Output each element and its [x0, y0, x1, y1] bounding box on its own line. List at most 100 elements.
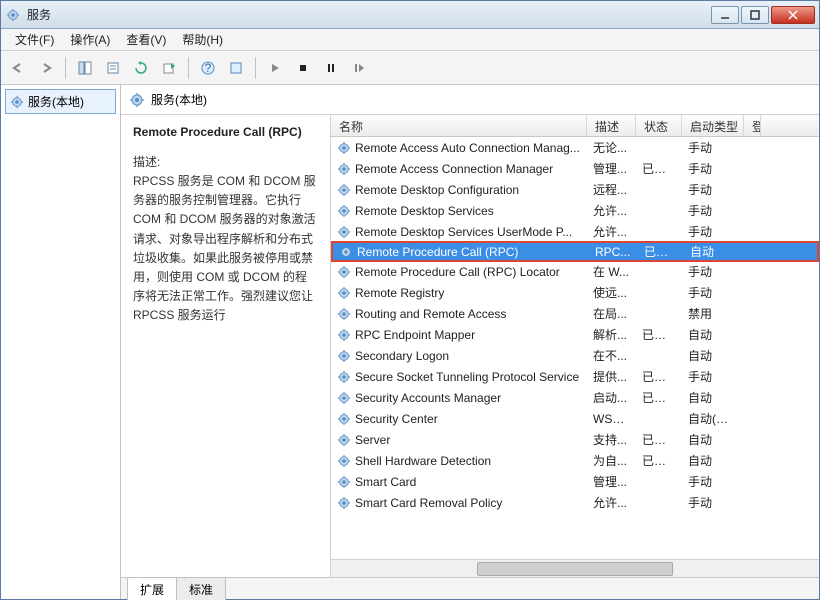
- header-description[interactable]: 描述: [587, 115, 636, 136]
- stop-service-button[interactable]: [290, 55, 316, 81]
- service-startup: 自动: [682, 452, 744, 469]
- gear-icon: [337, 412, 351, 426]
- service-name: Remote Desktop Configuration: [355, 183, 519, 197]
- description-text: RPCSS 服务是 COM 和 DCOM 服务器的服务控制管理器。它执行 COM…: [133, 172, 318, 326]
- restart-service-button[interactable]: [346, 55, 372, 81]
- gear-icon: [337, 328, 351, 342]
- service-name: Remote Desktop Services: [355, 204, 494, 218]
- description-label: 描述:: [133, 153, 318, 170]
- service-row[interactable]: Remote Registry使远...手动: [331, 282, 819, 303]
- pane-header: 服务(本地): [121, 85, 819, 114]
- service-desc: 为自...: [587, 452, 636, 469]
- service-row[interactable]: Smart Card管理...手动: [331, 471, 819, 492]
- service-name: Remote Access Auto Connection Manag...: [355, 141, 580, 155]
- tree-root-label: 服务(本地): [28, 93, 84, 110]
- header-startup-type[interactable]: 启动类型: [682, 115, 744, 136]
- service-row[interactable]: Smart Card Removal Policy 允许... 手动: [331, 492, 819, 513]
- maximize-button[interactable]: [741, 6, 769, 24]
- header-name[interactable]: 名称: [331, 115, 587, 136]
- gear-icon: [337, 496, 351, 510]
- service-row[interactable]: Security Accounts Manager启动...已启动自动: [331, 387, 819, 408]
- service-row[interactable]: Server支持...已启动自动: [331, 429, 819, 450]
- service-row[interactable]: Security CenterWSC...自动(延迟...: [331, 408, 819, 429]
- service-row[interactable]: Remote Desktop Services UserMode P...允许.…: [331, 221, 819, 242]
- show-hide-tree-button[interactable]: [72, 55, 98, 81]
- window-title: 服务: [27, 6, 711, 23]
- service-row[interactable]: Shell Hardware Detection为自...已启动自动: [331, 450, 819, 471]
- menu-file[interactable]: 文件(F): [7, 29, 62, 50]
- horizontal-scrollbar[interactable]: [331, 559, 819, 577]
- tab-extended[interactable]: 扩展: [127, 577, 177, 600]
- back-button[interactable]: [5, 55, 31, 81]
- menu-action[interactable]: 操作(A): [62, 29, 118, 50]
- gear-icon: [10, 95, 24, 109]
- service-startup: 手动: [682, 263, 744, 280]
- help-button[interactable]: ?: [195, 55, 221, 81]
- service-row[interactable]: Secure Socket Tunneling Protocol Service…: [331, 366, 819, 387]
- gear-icon: [337, 204, 351, 218]
- service-startup: 手动: [682, 368, 744, 385]
- service-startup: 自动: [682, 326, 744, 343]
- service-name: Routing and Remote Access: [355, 307, 506, 321]
- minimize-button[interactable]: [711, 6, 739, 24]
- service-name: Smart Card: [355, 475, 416, 489]
- header-logon[interactable]: 登: [744, 115, 761, 136]
- service-startup: 手动: [682, 284, 744, 301]
- service-row[interactable]: Remote Desktop Configuration远程...手动: [331, 179, 819, 200]
- properties-button[interactable]: [100, 55, 126, 81]
- refresh-button[interactable]: [128, 55, 154, 81]
- service-row[interactable]: RPC Endpoint Mapper解析...已启动自动: [331, 324, 819, 345]
- service-startup: 手动: [682, 160, 744, 177]
- service-row[interactable]: Remote Procedure Call (RPC)RPC...已启动自动: [331, 241, 819, 262]
- service-row[interactable]: Routing and Remote Access 在局... 禁用: [331, 303, 819, 324]
- header-status[interactable]: 状态: [636, 115, 682, 136]
- service-desc: 远程...: [587, 181, 636, 198]
- service-name: Smart Card Removal Policy: [355, 496, 502, 510]
- service-row[interactable]: Secondary Logon在不...自动: [331, 345, 819, 366]
- menu-view[interactable]: 查看(V): [118, 29, 174, 50]
- tree-root-services[interactable]: 服务(本地): [5, 89, 116, 114]
- service-desc: 管理...: [587, 160, 636, 177]
- gear-icon: [337, 286, 351, 300]
- service-name: Security Center: [355, 412, 438, 426]
- service-status: 已启动: [636, 452, 682, 469]
- forward-button[interactable]: [33, 55, 59, 81]
- service-startup: 自动: [682, 431, 744, 448]
- menu-help[interactable]: 帮助(H): [174, 29, 231, 50]
- service-desc: 在 W...: [587, 263, 636, 280]
- toolbar-separator: [65, 57, 66, 79]
- tab-standard[interactable]: 标准: [176, 577, 226, 600]
- toolbar-extra-button[interactable]: [223, 55, 249, 81]
- service-startup: 自动: [684, 243, 746, 260]
- service-name: Remote Registry: [355, 286, 444, 300]
- gear-icon: [337, 433, 351, 447]
- service-desc: 在不...: [587, 347, 636, 364]
- service-list: 名称 描述 状态 启动类型 登 Remote Access Auto Conne…: [331, 115, 819, 577]
- service-row[interactable]: Remote Procedure Call (RPC) Locator 在 W..…: [331, 261, 819, 282]
- service-name: Remote Access Connection Manager: [355, 162, 553, 176]
- service-row[interactable]: Remote Access Auto Connection Manag...无论…: [331, 137, 819, 158]
- service-startup: 禁用: [682, 305, 744, 322]
- service-desc: 允许...: [587, 223, 636, 240]
- service-row[interactable]: Remote Desktop Services允许...手动: [331, 200, 819, 221]
- service-row[interactable]: Remote Access Connection Manager管理...已启动…: [331, 158, 819, 179]
- service-desc: 支持...: [587, 431, 636, 448]
- start-service-button[interactable]: [262, 55, 288, 81]
- service-desc: 管理...: [587, 473, 636, 490]
- service-desc: 在局...: [587, 305, 636, 322]
- menu-bar: 文件(F) 操作(A) 查看(V) 帮助(H): [1, 29, 819, 51]
- service-desc: 允许...: [587, 494, 636, 511]
- scrollbar-thumb[interactable]: [477, 562, 672, 576]
- gear-icon: [337, 454, 351, 468]
- service-startup: 手动: [682, 494, 744, 511]
- close-button[interactable]: [771, 6, 815, 24]
- service-startup: 手动: [682, 139, 744, 156]
- service-rows[interactable]: Remote Access Auto Connection Manag...无论…: [331, 137, 819, 559]
- gear-icon: [339, 245, 353, 259]
- pause-service-button[interactable]: [318, 55, 344, 81]
- service-status: 已启动: [636, 431, 682, 448]
- service-desc: WSC...: [587, 412, 636, 426]
- view-tabs: 扩展 标准: [121, 577, 819, 599]
- export-button[interactable]: [156, 55, 182, 81]
- service-name: Remote Procedure Call (RPC) Locator: [355, 265, 560, 279]
